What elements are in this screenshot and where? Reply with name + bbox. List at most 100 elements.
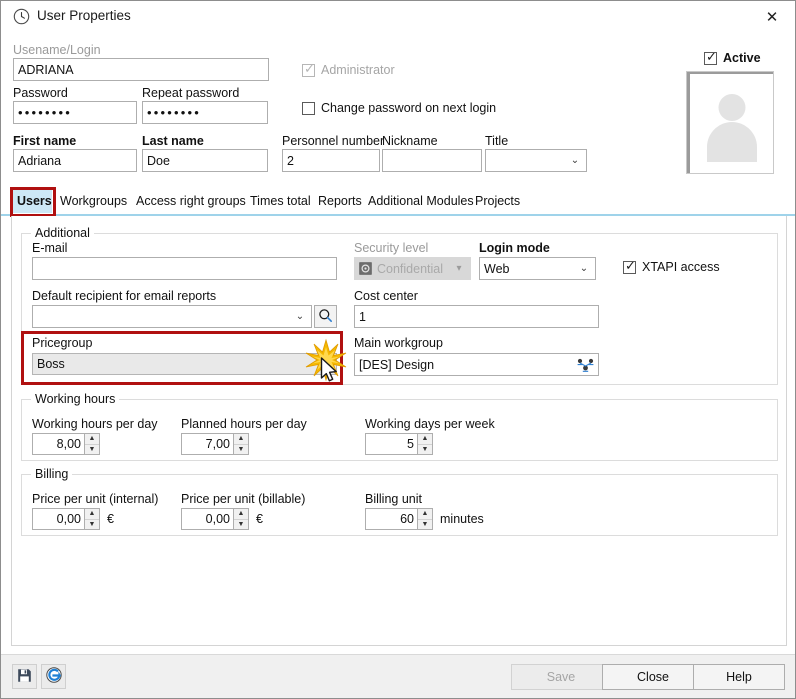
close-icon: ✕ xyxy=(766,8,779,26)
stepper-down-icon[interactable]: ▼ xyxy=(85,520,99,530)
password-label: Password xyxy=(13,86,68,100)
stepper-buttons[interactable]: ▲ ▼ xyxy=(418,508,433,530)
default-recipient-search-button[interactable] xyxy=(314,305,337,328)
stepper-up-icon[interactable]: ▲ xyxy=(234,434,248,445)
stepper-value[interactable]: 60 xyxy=(365,508,418,530)
title-dropdown[interactable]: ⌄ xyxy=(485,149,587,172)
login-mode-dropdown[interactable]: Web ⌄ xyxy=(479,257,596,280)
tab-bar: Users Workgroups Access right groups Tim… xyxy=(1,189,796,215)
pricegroup-field[interactable]: Boss xyxy=(32,353,337,375)
working-hours-per-day-stepper[interactable]: 8,00 ▲ ▼ xyxy=(32,433,100,455)
personnel-number-label: Personnel number xyxy=(282,134,384,148)
chevron-down-icon: ⌄ xyxy=(577,264,591,274)
administrator-label: Administrator xyxy=(321,63,395,77)
cost-center-label: Cost center xyxy=(354,289,418,303)
stepper-up-icon[interactable]: ▲ xyxy=(418,509,432,520)
price-internal-label: Price per unit (internal) xyxy=(32,492,158,506)
first-name-input[interactable]: Adriana xyxy=(13,149,137,172)
chevron-down-icon: ▾ xyxy=(452,264,466,274)
stepper-value[interactable]: 7,00 xyxy=(181,433,234,455)
stepper-value[interactable]: 8,00 xyxy=(32,433,85,455)
user-photo[interactable] xyxy=(686,71,774,174)
tab-workgroups[interactable]: Workgroups xyxy=(56,189,131,213)
last-name-input[interactable]: Doe xyxy=(142,149,268,172)
refresh-circle-icon xyxy=(46,667,62,686)
nickname-label: Nickname xyxy=(382,134,438,148)
repeat-password-input[interactable]: •••••••• xyxy=(142,101,268,124)
stepper-down-icon[interactable]: ▼ xyxy=(418,520,432,530)
personnel-number-input[interactable]: 2 xyxy=(282,149,380,172)
tab-users[interactable]: Users xyxy=(13,189,52,213)
stepper-down-icon[interactable]: ▼ xyxy=(234,445,248,455)
workgroup-icon[interactable] xyxy=(577,358,594,372)
price-billable-suffix: € xyxy=(256,512,263,526)
tab-additional-modules[interactable]: Additional Modules xyxy=(364,189,478,213)
clock-icon xyxy=(13,8,30,25)
title-label: Title xyxy=(485,134,508,148)
default-recipient-dropdown[interactable]: ⌄ xyxy=(32,305,312,328)
working-hours-per-day-label: Working hours per day xyxy=(32,417,158,431)
password-input[interactable]: •••••••• xyxy=(13,101,137,124)
billing-unit-label: Billing unit xyxy=(365,492,422,506)
chevron-down-icon: ⌄ xyxy=(293,312,307,322)
stepper-up-icon[interactable]: ▲ xyxy=(85,434,99,445)
checkbox-box: ✓ xyxy=(302,64,315,77)
pricegroup-label: Pricegroup xyxy=(32,336,92,350)
username-input[interactable]: ADRIANA xyxy=(13,58,269,81)
price-internal-stepper[interactable]: 0,00 ▲ ▼ € xyxy=(32,508,114,530)
tab-times-total[interactable]: Times total xyxy=(246,189,315,213)
stepper-buttons[interactable]: ▲ ▼ xyxy=(85,433,100,455)
stepper-down-icon[interactable]: ▼ xyxy=(234,520,248,530)
planned-hours-per-day-stepper[interactable]: 7,00 ▲ ▼ xyxy=(181,433,249,455)
active-label: Active xyxy=(723,51,761,65)
stepper-value[interactable]: 5 xyxy=(365,433,418,455)
stepper-value[interactable]: 0,00 xyxy=(181,508,234,530)
username-label: Usename/Login xyxy=(13,43,101,57)
default-recipient-label: Default recipient for email reports xyxy=(32,289,216,303)
administrator-checkbox[interactable]: ✓ Administrator xyxy=(302,63,395,77)
security-level-dropdown: Confidential ▾ xyxy=(354,257,471,280)
tab-reports[interactable]: Reports xyxy=(314,189,366,213)
working-hours-group-title: Working hours xyxy=(31,392,119,406)
billing-unit-suffix: minutes xyxy=(440,512,484,526)
login-mode-label: Login mode xyxy=(479,241,550,255)
footer-bar: Save Close Help xyxy=(1,654,795,698)
stepper-up-icon[interactable]: ▲ xyxy=(234,509,248,520)
stepper-down-icon[interactable]: ▼ xyxy=(418,445,432,455)
stepper-down-icon[interactable]: ▼ xyxy=(85,445,99,455)
price-billable-label: Price per unit (billable) xyxy=(181,492,305,506)
tab-access-right-groups[interactable]: Access right groups xyxy=(132,189,250,213)
close-window-button[interactable]: ✕ xyxy=(749,1,795,32)
stepper-buttons[interactable]: ▲ ▼ xyxy=(85,508,100,530)
chevron-down-icon: ⌄ xyxy=(568,156,582,166)
save-tool-button[interactable] xyxy=(12,664,37,689)
change-password-checkbox[interactable]: Change password on next login xyxy=(302,101,496,115)
tab-projects[interactable]: Projects xyxy=(471,189,524,213)
cost-center-input[interactable]: 1 xyxy=(354,305,599,328)
main-workgroup-field[interactable]: [DES] Design xyxy=(354,353,599,376)
change-password-label: Change password on next login xyxy=(321,101,496,115)
last-name-label: Last name xyxy=(142,134,204,148)
user-properties-window: User Properties ✕ Usename/Login ADRIANA … xyxy=(0,0,796,699)
refresh-tool-button[interactable] xyxy=(41,664,66,689)
stepper-up-icon[interactable]: ▲ xyxy=(85,509,99,520)
close-button[interactable]: Close xyxy=(602,664,704,690)
active-checkbox[interactable]: ✓ Active xyxy=(704,51,761,65)
xtapi-access-checkbox[interactable]: ✓ XTAPI access xyxy=(623,260,720,274)
checkbox-box: ✓ xyxy=(623,261,636,274)
working-days-per-week-stepper[interactable]: 5 ▲ ▼ xyxy=(365,433,433,455)
help-button[interactable]: Help xyxy=(693,664,785,690)
stepper-up-icon[interactable]: ▲ xyxy=(418,434,432,445)
nickname-input[interactable] xyxy=(382,149,482,172)
stepper-buttons[interactable]: ▲ ▼ xyxy=(418,433,433,455)
billing-unit-stepper[interactable]: 60 ▲ ▼ minutes xyxy=(365,508,484,530)
checkbox-box: ✓ xyxy=(704,52,717,65)
email-input[interactable] xyxy=(32,257,337,280)
stepper-buttons[interactable]: ▲ ▼ xyxy=(234,433,249,455)
main-workgroup-label: Main workgroup xyxy=(354,336,443,350)
xtapi-access-label: XTAPI access xyxy=(642,260,720,274)
stepper-value[interactable]: 0,00 xyxy=(32,508,85,530)
price-billable-stepper[interactable]: 0,00 ▲ ▼ € xyxy=(181,508,263,530)
person-placeholder-icon xyxy=(718,94,745,121)
stepper-buttons[interactable]: ▲ ▼ xyxy=(234,508,249,530)
